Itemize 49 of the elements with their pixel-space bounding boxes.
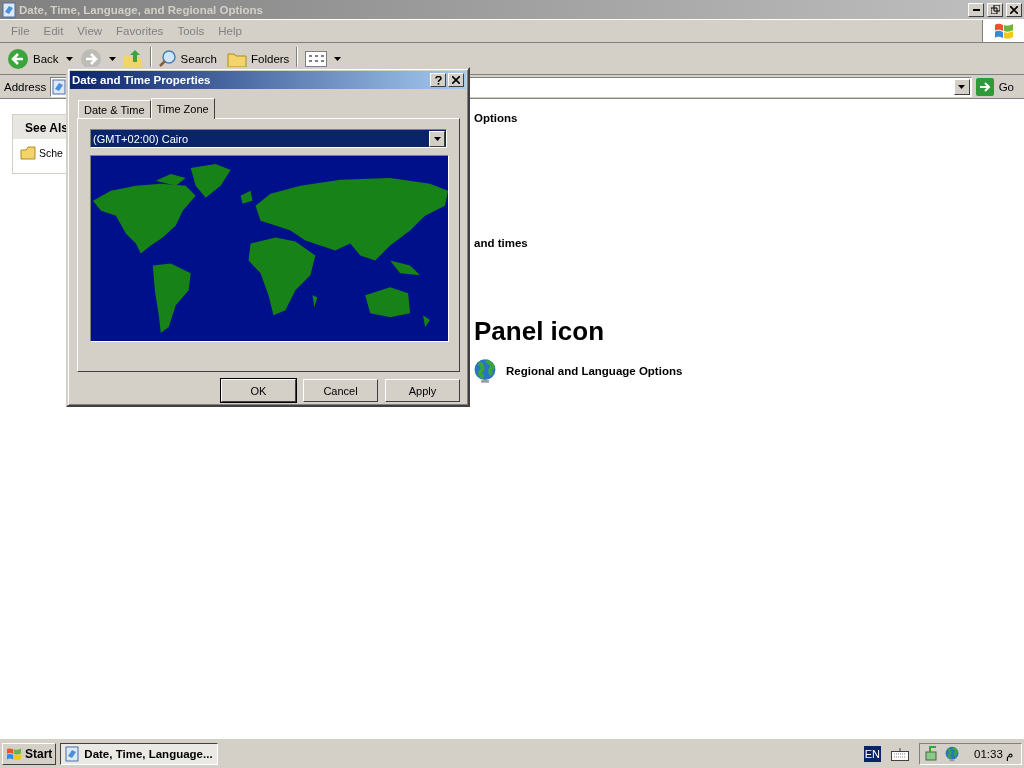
dialog-title: Date and Time Properties (72, 74, 212, 86)
dropdown-arrow-icon (433, 136, 441, 141)
dialog-button[interactable]: OK (221, 379, 296, 402)
window-title: Date, Time, Language, and Regional Options (19, 3, 264, 16)
language-indicator[interactable]: EN (863, 745, 881, 762)
globe-icon (472, 358, 498, 384)
view-grid-icon (305, 50, 328, 67)
back-button[interactable]: Back (4, 45, 62, 72)
minimize-button[interactable] (968, 2, 984, 17)
dropdown-arrow-icon (958, 84, 966, 89)
minimize-icon (972, 8, 980, 11)
control-panel-page-icon (65, 745, 80, 762)
dialog-button[interactable]: Apply (385, 379, 460, 402)
help-button[interactable] (430, 73, 446, 87)
help-icon (434, 75, 442, 85)
taskbar-button[interactable]: Date, Time, Language... (60, 742, 219, 765)
go-button[interactable]: Go (975, 77, 1020, 96)
start-button[interactable]: Start (2, 742, 57, 765)
time-zone-dropdown[interactable]: (GMT+02:00) Cairo (90, 129, 447, 148)
flag-logo-icon (6, 746, 22, 761)
see-also-link[interactable]: Sche (39, 147, 63, 159)
search-button[interactable]: Search (155, 47, 220, 70)
tab[interactable]: Date & Time (78, 100, 151, 118)
dropdown-arrow-icon (108, 56, 116, 61)
control-panel-page-icon (2, 1, 16, 18)
search-icon (158, 49, 177, 68)
address-label: Address (4, 80, 47, 93)
restore-button[interactable] (987, 2, 1003, 17)
task-title: Options (474, 112, 518, 124)
flag-logo-icon (993, 22, 1014, 40)
close-icon (452, 76, 460, 84)
clock: 01:33 م (974, 746, 1013, 761)
tab[interactable]: Time Zone (150, 98, 215, 119)
dialog-button[interactable]: Cancel (303, 379, 378, 402)
control-panel-page-icon (52, 78, 67, 95)
dropdown-arrow-icon (334, 56, 342, 61)
keyboard-icon[interactable] (891, 746, 909, 761)
task-link[interactable]: and times (474, 237, 528, 249)
close-button[interactable] (1006, 2, 1022, 17)
globe-icon (944, 745, 960, 762)
dropdown-arrow-icon (65, 56, 73, 61)
task-folder-icon (20, 145, 36, 161)
control-panel-icon-link[interactable]: Regional and Language Options (506, 365, 683, 377)
close-icon (1010, 5, 1018, 14)
close-button[interactable] (448, 73, 464, 87)
section-heading: Panel icon (474, 316, 605, 346)
restore-icon (990, 5, 1000, 14)
folders-button[interactable]: Folders (224, 47, 293, 70)
folder-up-icon (122, 48, 143, 69)
